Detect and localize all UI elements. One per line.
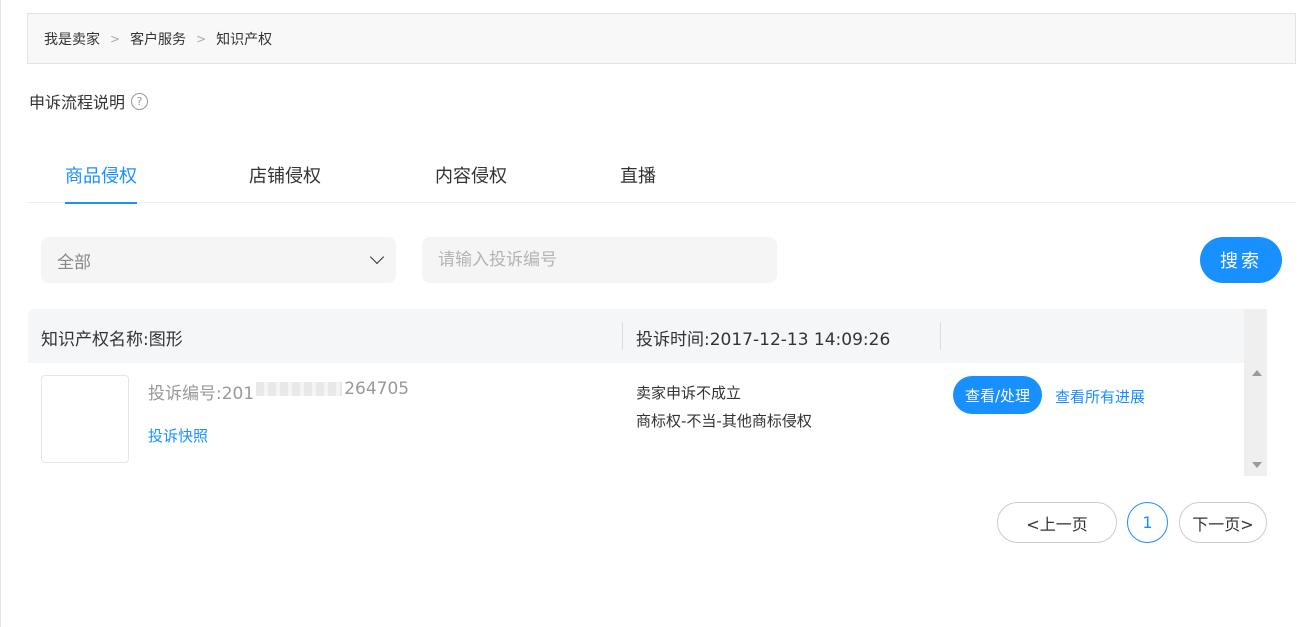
chevron-down-icon <box>369 249 385 265</box>
breadcrumb-separator: > <box>196 31 207 46</box>
breadcrumb-current: 知识产权 <box>216 31 273 48</box>
appeal-process-info: 申诉流程说明 ? <box>29 89 149 113</box>
page-number-button[interactable]: 1 <box>1127 502 1168 543</box>
redacted-mask <box>256 382 343 396</box>
table-scrollbar[interactable] <box>1244 309 1267 476</box>
breadcrumb-seller[interactable]: 我是卖家 <box>44 29 100 49</box>
prev-page-button[interactable]: <上一页 <box>997 502 1117 543</box>
product-thumbnail <box>41 375 129 463</box>
complaint-number-prefix: 投诉编号:201 <box>148 384 255 404</box>
appeal-status: 卖家申诉不成立 <box>636 384 742 402</box>
tab-store-infringement[interactable]: 店铺侵权 <box>249 162 321 203</box>
complaint-number-suffix: 264705 <box>344 379 410 399</box>
help-circle-icon[interactable]: ? <box>131 92 149 110</box>
complaint-number-input[interactable] <box>422 237 777 283</box>
ip-name-header: 知识产权名称:图形 <box>41 330 183 350</box>
tab-product-infringement[interactable]: 商品侵权 <box>65 162 137 204</box>
view-handle-button[interactable]: 查看/处理 <box>953 376 1042 414</box>
column-divider <box>940 322 941 350</box>
tab-live-stream[interactable]: 直播 <box>620 162 656 203</box>
tab-content-infringement[interactable]: 内容侵权 <box>435 162 507 203</box>
scroll-up-arrow-icon[interactable] <box>1252 370 1262 376</box>
column-divider <box>622 322 623 350</box>
next-page-button[interactable]: 下一页> <box>1179 502 1267 543</box>
page-left-border <box>0 0 1 627</box>
complaint-number: 投诉编号:201 264705 <box>148 379 409 404</box>
table-header-row: 知识产权名称:图形 投诉时间:2017-12-13 14:09:26 <box>28 309 1244 363</box>
breadcrumb-separator: > <box>110 31 121 46</box>
tab-bar: 商品侵权 店铺侵权 内容侵权 直播 <box>27 152 1296 204</box>
scroll-down-arrow-icon[interactable] <box>1252 462 1262 468</box>
search-button[interactable]: 搜索 <box>1200 237 1282 283</box>
status-select[interactable]: 全部 <box>41 237 396 283</box>
status-select-value: 全部 <box>57 252 91 273</box>
appeal-process-title: 申诉流程说明 <box>29 93 126 112</box>
infringement-type: 商标权-不当-其他商标侵权 <box>636 412 812 430</box>
complaint-time-header: 投诉时间:2017-12-13 14:09:26 <box>636 330 891 350</box>
complaint-snapshot-link[interactable]: 投诉快照 <box>148 425 208 446</box>
breadcrumb: 我是卖家 > 客户服务 > 知识产权 <box>27 13 1296 64</box>
breadcrumb-customer-service[interactable]: 客户服务 <box>130 29 186 49</box>
view-all-progress-link[interactable]: 查看所有进展 <box>1055 386 1145 407</box>
